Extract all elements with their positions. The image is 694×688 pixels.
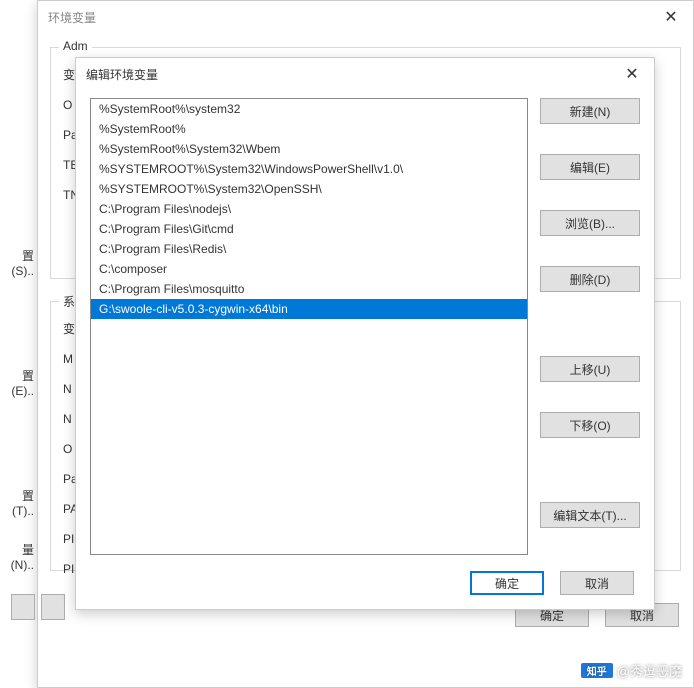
list-item[interactable]: %SYSTEMROOT%\System32\OpenSSH\ (91, 179, 527, 199)
group-label: Adm (59, 39, 92, 53)
cancel-button[interactable]: 取消 (560, 571, 634, 595)
titlebar: 编辑环境变量 ✕ (76, 58, 654, 90)
watermark-text: @秀逗恶魔 (617, 661, 682, 680)
button-stub[interactable] (41, 594, 65, 620)
list-item[interactable]: C:\Program Files\Git\cmd (91, 219, 527, 239)
settings-e-button-stub[interactable]: 置(E).. (1, 367, 38, 398)
dialog-content: %SystemRoot%\system32%SystemRoot%%System… (76, 90, 654, 563)
button-stub[interactable] (11, 594, 35, 620)
list-item[interactable]: %SystemRoot%\System32\Wbem (91, 139, 527, 159)
dialog-title: 编辑环境变量 (86, 66, 158, 83)
list-item[interactable]: C:\composer (91, 259, 527, 279)
list-item[interactable]: C:\Program Files\Redis\ (91, 239, 527, 259)
move-up-button[interactable]: 上移(U) (540, 356, 640, 382)
edit-text-button[interactable]: 编辑文本(T)... (540, 502, 640, 528)
settings-t-button-stub[interactable]: 置(T).. (1, 487, 38, 518)
dialog-title: 环境变量 (48, 9, 96, 26)
move-down-button[interactable]: 下移(O) (540, 412, 640, 438)
amount-n-button-stub[interactable]: 量(N).. (1, 541, 38, 572)
zhihu-logo-icon: 知乎 (581, 663, 613, 678)
close-icon[interactable]: ✕ (649, 1, 693, 33)
settings-s-button-stub[interactable]: 置(S).. (1, 247, 38, 278)
list-item[interactable]: C:\Program Files\mosquitto (91, 279, 527, 299)
list-item[interactable]: %SystemRoot% (91, 119, 527, 139)
titlebar: 环境变量 ✕ (38, 1, 693, 33)
ok-button[interactable]: 确定 (470, 571, 544, 595)
dialog-footer: 确定 取消 (76, 563, 654, 607)
watermark: 知乎 @秀逗恶魔 (581, 661, 682, 680)
list-item[interactable]: %SYSTEMROOT%\System32\WindowsPowerShell\… (91, 159, 527, 179)
browse-button[interactable]: 浏览(B)... (540, 210, 640, 236)
side-buttons: 新建(N) 编辑(E) 浏览(B)... 删除(D) 上移(U) 下移(O) 编… (540, 98, 640, 555)
new-button[interactable]: 新建(N) (540, 98, 640, 124)
list-item[interactable]: %SystemRoot%\system32 (91, 99, 527, 119)
delete-button[interactable]: 删除(D) (540, 266, 640, 292)
edit-button[interactable]: 编辑(E) (540, 154, 640, 180)
list-item[interactable]: G:\swoole-cli-v5.0.3-cygwin-x64\bin (91, 299, 527, 319)
path-listbox[interactable]: %SystemRoot%\system32%SystemRoot%%System… (90, 98, 528, 555)
edit-env-var-dialog: 编辑环境变量 ✕ %SystemRoot%\system32%SystemRoo… (75, 57, 655, 610)
close-icon[interactable]: ✕ (610, 58, 654, 90)
list-item[interactable]: C:\Program Files\nodejs\ (91, 199, 527, 219)
